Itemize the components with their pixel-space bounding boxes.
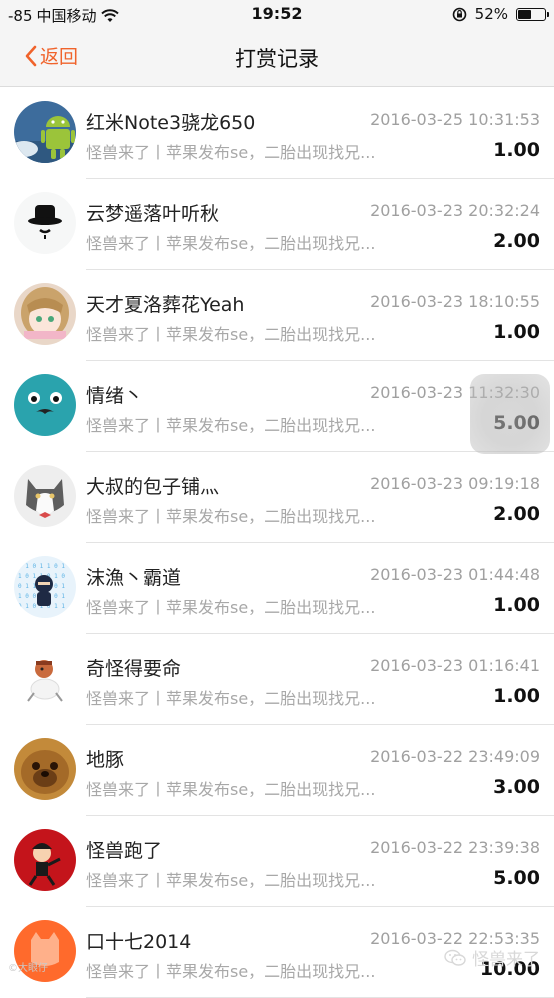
dog-photo-avatar[interactable] (14, 738, 76, 800)
wechat-icon (444, 949, 466, 966)
ninja-avatar[interactable]: 0 1 0 1 1 0 11 0 1 1 0 1 0 0 1 1 0 1 0 1… (14, 556, 76, 618)
record-row[interactable]: 天才夏洛葬花Yeah 2016-03-23 18:10:55 怪兽来了丨苹果发布se… (0, 270, 554, 361)
record-row[interactable]: 怪兽跑了 2016-03-22 23:39:38 怪兽来了丨苹果发布se，二胎出现找… (0, 816, 554, 907)
article-title: 怪兽来了丨苹果发布se，二胎出现找兄... (86, 143, 376, 162)
sender-name: 大叔的包子铺灬 (86, 476, 220, 498)
reward-amount: 1.00 (493, 139, 540, 161)
page-title: 打赏记录 (235, 47, 319, 71)
sender-name: 奇怪得要命 (86, 658, 182, 680)
sender-name: 沫漁丶霸道 (86, 567, 182, 589)
touch-highlight (470, 374, 550, 454)
reward-amount: 2.00 (493, 230, 540, 252)
article-title: 怪兽来了丨苹果发布se，二胎出现找兄... (86, 507, 376, 526)
record-row[interactable]: 大叔的包子铺灬 2016-03-23 09:19:18 怪兽来了丨苹果发布se，二胎… (0, 452, 554, 543)
reward-time: 2016-03-23 01:16:41 (370, 656, 540, 675)
article-title: 怪兽来了丨苹果发布se，二胎出现找兄... (86, 780, 376, 799)
reward-amount: 5.00 (493, 867, 540, 889)
sender-name: 红米Note3骁龙650 (86, 112, 256, 134)
article-title: 怪兽来了丨苹果发布se，二胎出现找兄... (86, 962, 376, 981)
record-row[interactable]: 云梦遥落叶听秋 2016-03-23 20:32:24 怪兽来了丨苹果发布se，二胎… (0, 179, 554, 270)
reward-record-list: 红米Note3骁龙650 2016-03-25 10:31:53 怪兽来了丨苹果发布… (0, 88, 554, 998)
reward-time: 2016-03-22 23:39:38 (370, 838, 540, 857)
article-title: 怪兽来了丨苹果发布se，二胎出现找兄... (86, 416, 376, 435)
battery-percent: 52% (474, 5, 508, 23)
article-title: 怪兽来了丨苹果发布se，二胎出现找兄... (86, 598, 376, 617)
record-row[interactable]: 奇怪得要命 2016-03-23 01:16:41 怪兽来了丨苹果发布se，二胎出现… (0, 634, 554, 725)
sender-name: 怪兽跑了 (86, 840, 163, 862)
reward-amount: 1.00 (493, 594, 540, 616)
rotation-lock-icon (452, 7, 466, 21)
sender-name: 情绪丶 (86, 385, 144, 407)
cat-avatar[interactable] (14, 465, 76, 527)
watermark-right: 怪兽来了 (444, 945, 540, 970)
sender-name: 云梦遥落叶听秋 (86, 203, 220, 225)
article-title: 怪兽来了丨苹果发布se，二胎出现找兄... (86, 234, 376, 253)
watermark-right-label: 怪兽来了 (472, 950, 540, 970)
reward-amount: 2.00 (493, 503, 540, 525)
cartoon-dog-avatar[interactable] (14, 647, 76, 709)
reward-time: 2016-03-23 09:19:18 (370, 474, 540, 493)
status-right: 52% (452, 5, 549, 23)
teal-face-avatar[interactable] (14, 374, 76, 436)
nav-bar: 返回 打赏记录 (0, 30, 554, 87)
sender-name: 地豚 (86, 749, 125, 771)
red-cartoon-avatar[interactable] (14, 829, 76, 891)
reward-amount: 1.00 (493, 321, 540, 343)
record-row[interactable]: 0 1 0 1 1 0 11 0 1 1 0 1 0 0 1 1 0 1 0 1… (0, 543, 554, 634)
battery-icon (516, 7, 549, 21)
reward-time: 2016-03-25 10:31:53 (370, 110, 540, 129)
svg-text:0 1 0 1 1 0 1: 0 1 0 1 1 0 1 (18, 563, 65, 570)
top-hat-avatar[interactable] (14, 192, 76, 254)
article-title: 怪兽来了丨苹果发布se，二胎出现找兄... (86, 871, 376, 890)
sender-name: 口十七2014 (86, 931, 192, 953)
reward-amount: 1.00 (493, 685, 540, 707)
watermark-left: ©大眼仔 (8, 963, 48, 974)
reward-amount: 3.00 (493, 776, 540, 798)
battery-level-fill (518, 9, 531, 19)
record-row[interactable]: 地豚 2016-03-22 23:49:09 怪兽来了丨苹果发布se，二胎出现找兄.… (0, 725, 554, 816)
record-row[interactable]: 红米Note3骁龙650 2016-03-25 10:31:53 怪兽来了丨苹果发布… (0, 88, 554, 179)
reward-time: 2016-03-23 18:10:55 (370, 292, 540, 311)
reward-time: 2016-03-22 23:49:09 (370, 747, 540, 766)
sender-name: 天才夏洛葬花Yeah (86, 294, 245, 316)
android-avatar[interactable] (14, 101, 76, 163)
status-bar: -85 中国移动 19:52 52% (0, 0, 554, 30)
reward-time: 2016-03-23 20:32:24 (370, 201, 540, 220)
article-title: 怪兽来了丨苹果发布se，二胎出现找兄... (86, 325, 376, 344)
article-title: 怪兽来了丨苹果发布se，二胎出现找兄... (86, 689, 376, 708)
reward-time: 2016-03-23 01:44:48 (370, 565, 540, 584)
anime-girl-avatar[interactable] (14, 283, 76, 345)
